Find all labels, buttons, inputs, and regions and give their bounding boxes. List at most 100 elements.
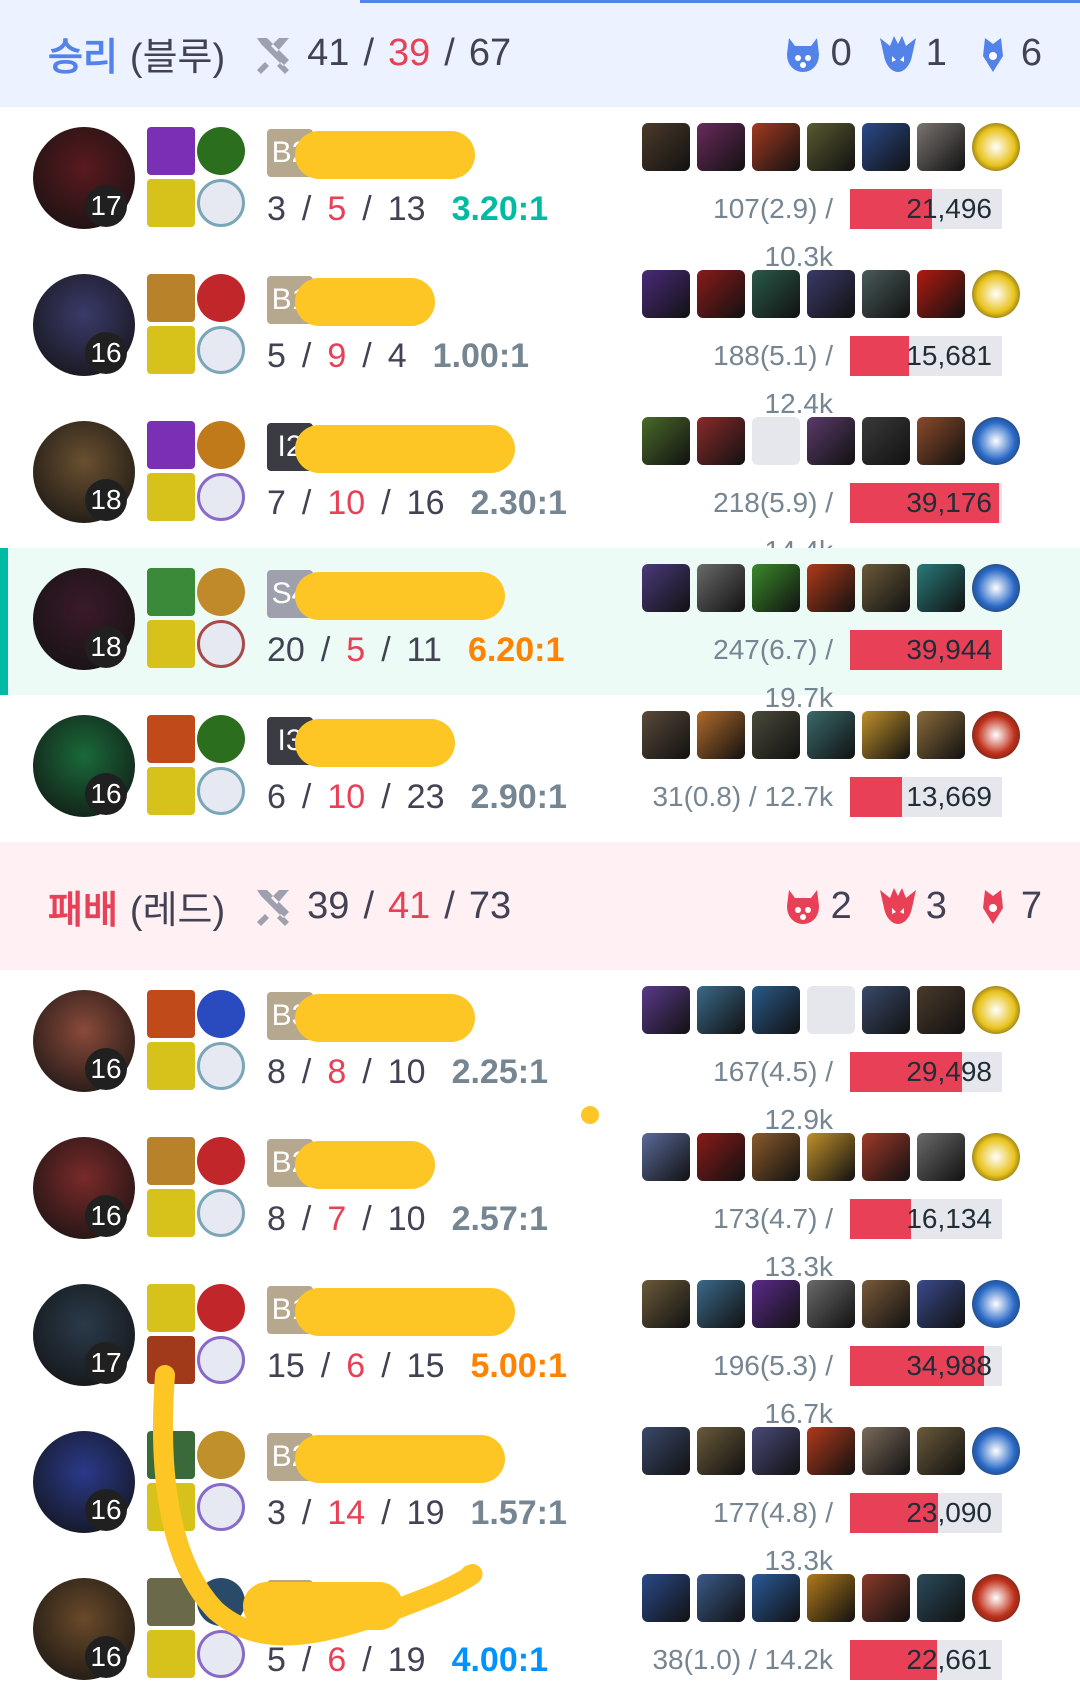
item-icon[interactable]: [917, 1574, 965, 1622]
primary-rune-icon[interactable]: [147, 1336, 195, 1384]
summoner-spell-1-icon[interactable]: [147, 1431, 195, 1479]
trinket-icon[interactable]: [972, 123, 1020, 171]
item-icon[interactable]: [862, 564, 910, 612]
summoner-spell-1-icon[interactable]: [147, 990, 195, 1038]
summoner-spell-2-icon[interactable]: [197, 568, 245, 616]
item-icon[interactable]: [642, 1427, 690, 1475]
item-icon[interactable]: [862, 417, 910, 465]
secondary-rune-icon[interactable]: [197, 1630, 245, 1678]
item-icon[interactable]: [807, 417, 855, 465]
trinket-icon[interactable]: [972, 417, 1020, 465]
summoner-spell-2-icon[interactable]: [197, 274, 245, 322]
trinket-icon[interactable]: [972, 986, 1020, 1034]
item-icon[interactable]: [642, 986, 690, 1034]
item-icon[interactable]: [752, 986, 800, 1034]
item-icon[interactable]: [917, 564, 965, 612]
item-icon[interactable]: [642, 1280, 690, 1328]
trinket-icon[interactable]: [972, 564, 1020, 612]
item-icon[interactable]: [917, 1427, 965, 1475]
summoner-spell-1-icon[interactable]: [147, 1578, 195, 1626]
trinket-icon[interactable]: [972, 1133, 1020, 1181]
item-icon[interactable]: [752, 564, 800, 612]
item-icon[interactable]: [642, 270, 690, 318]
item-icon[interactable]: [752, 1427, 800, 1475]
item-icon[interactable]: [807, 1280, 855, 1328]
item-icon[interactable]: [697, 270, 745, 318]
item-icon[interactable]: [697, 564, 745, 612]
item-icon[interactable]: [917, 123, 965, 171]
item-icon[interactable]: [917, 1280, 965, 1328]
player-row[interactable]: 16B45/6/194.00:138(1.0) / 14.2k22,661: [0, 1558, 1080, 1705]
summoner-spell-2-icon[interactable]: [197, 127, 245, 175]
item-icon[interactable]: [862, 1427, 910, 1475]
player-row[interactable]: 18I27/10/162.30:1218(5.9) / 14.4k39,176: [0, 401, 1080, 566]
item-icon[interactable]: [697, 1133, 745, 1181]
item-icon[interactable]: [862, 123, 910, 171]
player-row[interactable]: 18 S4 20/5/11 6.20:1 247(6.7) / 19.7k 39,944: [0, 548, 1080, 713]
item-icon[interactable]: [697, 1280, 745, 1328]
item-icon[interactable]: [697, 123, 745, 171]
item-icon[interactable]: [642, 1133, 690, 1181]
item-icon[interactable]: [752, 1133, 800, 1181]
primary-rune-icon[interactable]: [147, 473, 195, 521]
item-icon[interactable]: [807, 711, 855, 759]
item-icon[interactable]: [862, 1280, 910, 1328]
secondary-rune-icon[interactable]: [197, 1042, 245, 1090]
item-icon[interactable]: [862, 270, 910, 318]
item-icon[interactable]: [917, 417, 965, 465]
item-icon[interactable]: [807, 123, 855, 171]
player-row[interactable]: 16 I3 6/10/23 2.90:1 31(0.8) / 12.7k 13,669: [0, 695, 1080, 842]
summoner-spell-2-icon[interactable]: [197, 990, 245, 1038]
item-icon[interactable]: [752, 1280, 800, 1328]
player-row[interactable]: 16 B2 8/7/10 2.57:1 173(4.7) / 13.3k 16,134: [0, 1117, 1080, 1282]
summoner-spell-1-icon[interactable]: [147, 421, 195, 469]
trinket-icon[interactable]: [972, 1574, 1020, 1622]
item-icon[interactable]: [807, 1133, 855, 1181]
item-icon[interactable]: [752, 1574, 800, 1622]
item-icon[interactable]: [642, 417, 690, 465]
item-icon[interactable]: [807, 270, 855, 318]
trinket-icon[interactable]: [972, 270, 1020, 318]
player-row[interactable]: 16 B2 3/14/19 1.57:1 177(4.8) / 13.3k 23,090: [0, 1411, 1080, 1576]
summoner-spell-2-icon[interactable]: [197, 1431, 245, 1479]
item-icon[interactable]: [862, 711, 910, 759]
item-icon[interactable]: [697, 417, 745, 465]
item-icon[interactable]: [862, 986, 910, 1034]
trinket-icon[interactable]: [972, 1427, 1020, 1475]
summoner-spell-2-icon[interactable]: [197, 715, 245, 763]
item-icon[interactable]: [642, 1574, 690, 1622]
item-icon[interactable]: [807, 1427, 855, 1475]
summoner-spell-2-icon[interactable]: [197, 421, 245, 469]
secondary-rune-icon[interactable]: [197, 473, 245, 521]
summoner-spell-2-icon[interactable]: [197, 1578, 245, 1626]
item-icon[interactable]: [862, 1574, 910, 1622]
secondary-rune-icon[interactable]: [197, 1483, 245, 1531]
summoner-spell-1-icon[interactable]: [147, 568, 195, 616]
summoner-spell-1-icon[interactable]: [147, 127, 195, 175]
secondary-rune-icon[interactable]: [197, 767, 245, 815]
item-icon[interactable]: [807, 1574, 855, 1622]
secondary-rune-icon[interactable]: [197, 1336, 245, 1384]
primary-rune-icon[interactable]: [147, 620, 195, 668]
item-icon[interactable]: [642, 123, 690, 171]
item-icon[interactable]: [697, 1574, 745, 1622]
primary-rune-icon[interactable]: [147, 1189, 195, 1237]
primary-rune-icon[interactable]: [147, 1042, 195, 1090]
secondary-rune-icon[interactable]: [197, 326, 245, 374]
trinket-icon[interactable]: [972, 1280, 1020, 1328]
item-icon[interactable]: [752, 270, 800, 318]
item-icon[interactable]: [697, 986, 745, 1034]
summoner-spell-1-icon[interactable]: [147, 274, 195, 322]
summoner-spell-1-icon[interactable]: [147, 1137, 195, 1185]
secondary-rune-icon[interactable]: [197, 179, 245, 227]
primary-rune-icon[interactable]: [147, 1630, 195, 1678]
summoner-spell-2-icon[interactable]: [197, 1137, 245, 1185]
summoner-spell-1-icon[interactable]: [147, 715, 195, 763]
item-icon[interactable]: [917, 270, 965, 318]
primary-rune-icon[interactable]: [147, 767, 195, 815]
item-icon[interactable]: [917, 1133, 965, 1181]
primary-rune-icon[interactable]: [147, 326, 195, 374]
item-icon[interactable]: [862, 1133, 910, 1181]
item-icon[interactable]: [697, 1427, 745, 1475]
secondary-rune-icon[interactable]: [197, 1189, 245, 1237]
